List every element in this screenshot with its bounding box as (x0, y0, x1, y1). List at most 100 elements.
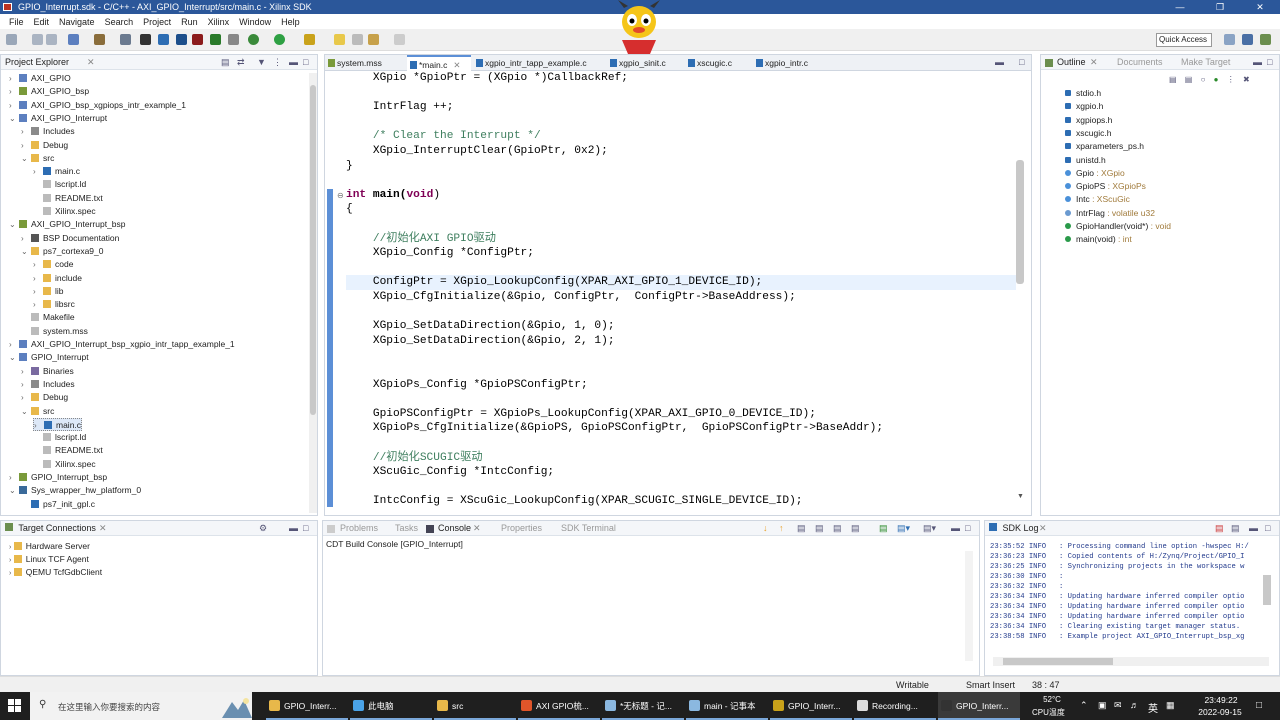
taskbar-app[interactable]: AXI GPIO梳... (518, 692, 600, 720)
clear-log-icon[interactable]: ▤ (1215, 521, 1224, 536)
code-line[interactable]: XGpio_SetDataDirection(&Gpio, 2, 1); (346, 334, 615, 349)
tab-console[interactable]: Console (438, 521, 471, 536)
taskbar-search-box[interactable]: ⚲ 在这里输入你要搜索的内容 (30, 692, 252, 720)
maximize-icon[interactable]: □ (1019, 57, 1024, 67)
link-editor-icon[interactable]: ⇄ (237, 55, 245, 70)
minimize-button[interactable]: — (1160, 0, 1200, 14)
expand-down-icon[interactable]: ⌄ (21, 245, 31, 258)
tree-item[interactable]: README.txt (33, 444, 103, 457)
outline-item[interactable]: xscugic.h (1065, 127, 1111, 140)
close-icon[interactable]: ✕ (473, 521, 481, 536)
close-icon[interactable]: ✕ (453, 60, 460, 70)
tree-item[interactable]: Xilinx.spec (33, 205, 96, 218)
cpu-temp-label[interactable]: CPU温度 (1032, 707, 1065, 718)
collapse-all-icon[interactable]: ▤ (221, 55, 230, 70)
sdk-log-title[interactable]: SDK Log (1003, 523, 1039, 533)
taskbar-app[interactable]: GPIO_Interr... (266, 692, 348, 720)
ime-indicator[interactable]: 英 (1148, 700, 1158, 715)
tree-item[interactable]: › main.c (33, 417, 83, 432)
expand-right-icon[interactable]: › (9, 85, 19, 98)
outline-item[interactable]: Gpio : XGpio (1065, 167, 1125, 180)
display-console-icon[interactable]: ▤▾ (897, 521, 910, 536)
view-menu-icon[interactable]: ⋮ (1227, 75, 1235, 84)
tree-item-linux-tcf-agent[interactable]: › Linux TCF Agent (9, 553, 89, 566)
tree-item[interactable]: › Binaries (21, 365, 74, 378)
clock-date[interactable]: 2022-09-15 (1192, 707, 1248, 717)
tree-item[interactable]: Xilinx.spec (33, 458, 96, 471)
outline-item[interactable]: unistd.h (1065, 154, 1106, 167)
editor-tab[interactable]: system.mss (325, 55, 405, 71)
tree-item[interactable]: › BSP Documentation (21, 232, 119, 245)
tree-item-hardware-server[interactable]: › Hardware Server (9, 540, 90, 553)
log-hscrollbar[interactable] (993, 657, 1269, 666)
filter-icon[interactable]: ▼ (257, 55, 266, 70)
outline-item[interactable]: Intc : XScuGic (1065, 193, 1130, 206)
mark-icon[interactable] (304, 34, 315, 45)
build-icon[interactable] (94, 34, 105, 45)
scroll-down-icon[interactable]: ▼ (1017, 493, 1024, 500)
taskbar-app[interactable]: src (434, 692, 516, 720)
copy-icon[interactable]: ▤ (797, 521, 806, 536)
tree-item[interactable]: › AXI_GPIO_Interrupt_bsp_xgpio_intr_tapp_… (9, 338, 235, 351)
open-perspective-icon[interactable] (1224, 34, 1235, 45)
restore-button[interactable]: ❐ (1200, 0, 1240, 14)
forward-icon[interactable] (394, 34, 405, 45)
tab-properties[interactable]: Properties (501, 521, 542, 536)
menu-window[interactable]: Window (234, 17, 276, 27)
program-fpga-icon[interactable] (140, 34, 151, 45)
notification-icon[interactable]: □ (1256, 700, 1262, 711)
tree-item[interactable]: › Includes (21, 378, 75, 391)
expand-down-icon[interactable]: ⌄ (9, 218, 19, 231)
back-icon[interactable] (368, 34, 379, 45)
terminal-icon[interactable] (210, 34, 221, 45)
tree-item[interactable]: ⌄ GPIO_Interrupt (9, 351, 89, 364)
taskbar-app[interactable]: Recording... (854, 692, 936, 720)
minimize-icon[interactable]: ▬ (951, 521, 960, 536)
tree-item[interactable]: ⌄ Sys_wrapper_hw_platform_0 (9, 484, 141, 497)
outline-item[interactable]: GpioPS : XGpioPs (1065, 180, 1146, 193)
tree-item[interactable]: › AXI_GPIO_bsp_xgpiops_intr_example_1 (9, 99, 186, 112)
menu-edit[interactable]: Edit (29, 17, 55, 27)
network-icon[interactable]: ▣ (1098, 700, 1107, 711)
open-console-icon[interactable]: ▤▾ (923, 521, 936, 536)
tree-item[interactable]: ⌄ AXI_GPIO_Interrupt_bsp (9, 218, 126, 231)
tree-item[interactable]: › libsrc (33, 298, 75, 311)
expand-right-icon[interactable]: › (33, 298, 43, 311)
tab-outline[interactable]: Outline (1057, 55, 1086, 70)
maximize-icon[interactable]: □ (303, 55, 308, 70)
expand-right-icon[interactable]: › (34, 419, 44, 432)
clock-time[interactable]: 23:49:22 (1196, 695, 1246, 705)
tree-item[interactable]: ⌄ AXI_GPIO_Interrupt (9, 112, 107, 125)
minimize-icon[interactable]: ▬ (995, 57, 1004, 67)
expand-right-icon[interactable]: › (33, 258, 43, 271)
minimize-icon[interactable]: ▬ (1253, 55, 1262, 70)
expand-down-icon[interactable]: ⌄ (9, 484, 19, 497)
minimize-icon[interactable]: ▬ (289, 521, 298, 536)
run-icon[interactable] (274, 34, 285, 45)
tab-make-target[interactable]: Make Target (1181, 55, 1230, 70)
menu-help[interactable]: Help (276, 17, 305, 27)
debug-icon[interactable] (248, 34, 259, 45)
expand-down-icon[interactable]: ⌄ (9, 112, 19, 125)
xilinx-tools-icon[interactable] (158, 34, 169, 45)
code-line[interactable]: XGpio_InterruptClear(GpioPtr, 0x2); (346, 144, 608, 159)
hide-nonpublic-icon[interactable]: ● (1214, 75, 1219, 84)
editor-tab[interactable]: xscugic.c (685, 55, 751, 71)
expand-right-icon[interactable]: › (9, 338, 19, 351)
close-icon[interactable]: ✕ (1090, 55, 1098, 70)
tree-item[interactable]: › Includes (21, 125, 75, 138)
tree-item-qemu[interactable]: › QEMU TcfGdbClient (9, 566, 102, 579)
code-line[interactable]: /* Clear the Interrupt */ (346, 129, 541, 144)
taskbar-app[interactable]: 此电脑 (350, 692, 432, 720)
menu-run[interactable]: Run (176, 17, 203, 27)
outline-item[interactable]: xparameters_ps.h (1065, 140, 1144, 153)
save-icon[interactable] (32, 34, 43, 45)
scrollbar-thumb[interactable] (1003, 658, 1113, 665)
tree-item[interactable]: Makefile (21, 311, 75, 324)
tab-problems[interactable]: Problems (340, 521, 378, 536)
debug-perspective-icon[interactable] (1260, 34, 1271, 45)
taskbar-app[interactable]: GPIO_Interr... (770, 692, 852, 720)
tree-item[interactable]: README.txt (33, 192, 103, 205)
windows-start-icon[interactable] (8, 699, 21, 712)
code-line[interactable]: int main(void) (346, 188, 440, 203)
